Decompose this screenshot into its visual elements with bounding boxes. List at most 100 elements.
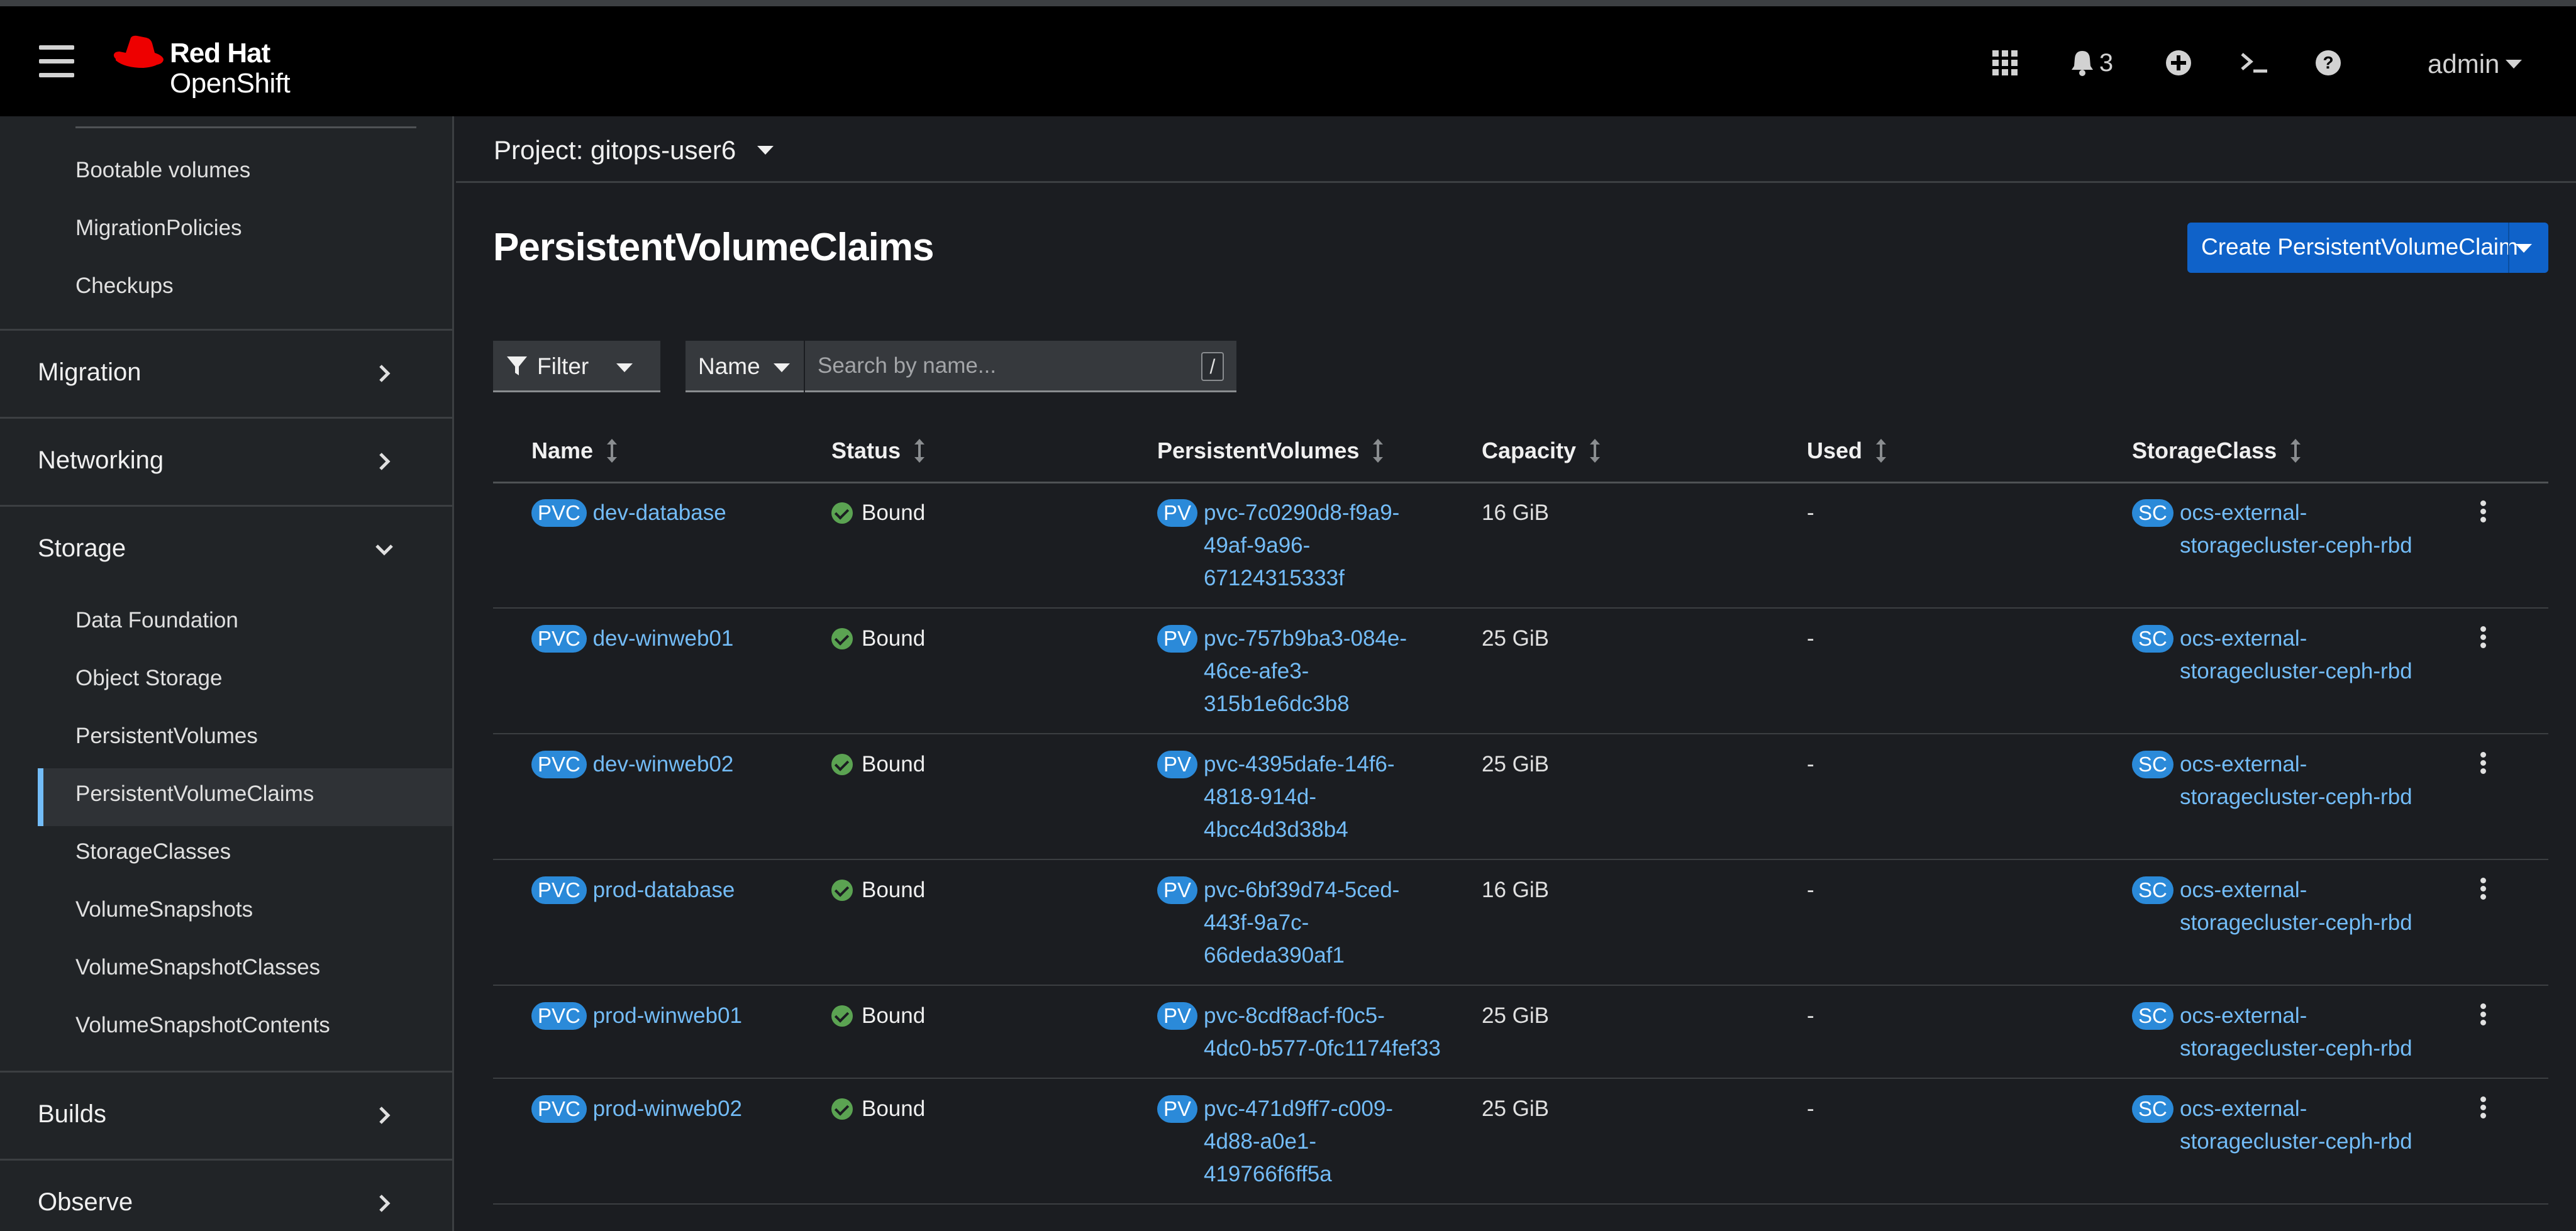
app-launcher-icon[interactable] [1991, 44, 2019, 82]
pvc-badge: PVC [531, 876, 587, 904]
sidebar-section-observe[interactable]: Observe [0, 1159, 452, 1231]
storage-class-link[interactable]: ocs-external- storagecluster-ceph-rbd [2180, 1093, 2412, 1158]
pvc-name-cell: PVC dev-winweb01 [531, 622, 733, 655]
sidebar-nav: Bootable volumes MigrationPolicies Check… [0, 116, 454, 1231]
pv-link-line: pvc-6bf39d74-5ced- [1204, 878, 1400, 902]
search-input[interactable] [818, 352, 1170, 380]
storage-class-link[interactable]: ocs-external- storagecluster-ceph-rbd [2180, 874, 2412, 939]
pvc-name-cell: PVC prod-database [531, 874, 735, 907]
filter-dropdown[interactable]: Filter [493, 341, 660, 392]
sc-link-line: storagecluster-ceph-rbd [2180, 910, 2412, 935]
sidebar-section-storage[interactable]: Storage [0, 505, 452, 568]
chevron-right-icon [379, 453, 391, 470]
check-circle-icon [831, 754, 853, 775]
capacity-cell: 25 GiB [1482, 752, 1549, 776]
check-circle-icon [831, 628, 853, 649]
pv-link-line: 315b1e6dc3b8 [1204, 692, 1350, 716]
kebab-menu-icon[interactable] [2477, 624, 2489, 651]
pv-link[interactable]: pvc-757b9ba3-084e- 46ce-afe3- 315b1e6dc3… [1204, 622, 1407, 720]
sidebar-section-builds[interactable]: Builds [0, 1071, 452, 1159]
sidebar-section-networking[interactable]: Networking [0, 417, 452, 505]
attribute-dropdown[interactable]: Name [686, 341, 804, 392]
sort-icon [1373, 439, 1384, 463]
column-header-capacity[interactable]: Capacity [1482, 438, 1601, 464]
column-header-storage-class[interactable]: StorageClass [2132, 438, 2301, 464]
capacity-cell: 16 GiB [1482, 500, 1549, 525]
sidebar-item-storage-classes[interactable]: StorageClasses [75, 839, 231, 864]
sc-link-line: ocs-external- [2180, 752, 2307, 776]
plus-circle-icon[interactable] [2165, 44, 2192, 82]
pvc-name-link[interactable]: dev-winweb01 [593, 626, 734, 651]
sidebar-item-migration-policies[interactable]: MigrationPolicies [75, 216, 242, 241]
pvc-name-link[interactable]: dev-database [593, 500, 726, 525]
column-header-status[interactable]: Status [831, 438, 925, 464]
sc-cell: SC [2132, 622, 2174, 655]
pvc-badge: PVC [531, 1002, 587, 1030]
user-menu[interactable]: admin [2428, 49, 2523, 79]
pv-link-line: pvc-471d9ff7-c009- [1204, 1096, 1393, 1121]
column-header-label: PersistentVolumes [1157, 438, 1360, 463]
column-header-used[interactable]: Used [1807, 438, 1887, 464]
notification-count: 3 [2099, 48, 2114, 77]
project-selector[interactable]: Project: gitops-user6 [494, 135, 774, 165]
pv-link[interactable]: pvc-8cdf8acf-f0c5- 4dc0-b577-0fc1174fef3… [1204, 1000, 1441, 1065]
kebab-menu-icon[interactable] [2477, 1094, 2489, 1122]
caret-down-icon[interactable] [2516, 244, 2532, 253]
sidebar-item-volume-snapshot-classes[interactable]: VolumeSnapshotClasses [75, 955, 320, 980]
sort-icon [2290, 439, 2301, 463]
sidebar-item-persistent-volumes[interactable]: PersistentVolumes [75, 724, 258, 749]
pv-cell: PV [1157, 622, 1198, 655]
column-header-name[interactable]: Name [531, 438, 618, 464]
kebab-menu-icon[interactable] [2477, 1001, 2489, 1029]
pv-link[interactable]: pvc-7c0290d8-f9a9- 49af-9a96- 6712431533… [1204, 497, 1399, 595]
sidebar-section-label: Storage [38, 534, 126, 562]
redhat-openshift-logo[interactable]: Red Hat OpenShift [112, 30, 319, 99]
status-cell: Bound [831, 1093, 925, 1125]
check-circle-icon [831, 502, 853, 524]
sidebar-item-volume-snapshot-contents[interactable]: VolumeSnapshotContents [75, 1013, 330, 1038]
sidebar-item-data-foundation[interactable]: Data Foundation [75, 608, 238, 633]
sc-cell: SC [2132, 1093, 2174, 1125]
create-pvc-button[interactable]: Create PersistentVolumeClaim [2187, 223, 2548, 273]
pvc-name-cell: PVC prod-winweb02 [531, 1093, 742, 1125]
pv-link[interactable]: pvc-471d9ff7-c009- 4d88-a0e1- 419766f6ff… [1204, 1093, 1393, 1191]
pv-link[interactable]: pvc-6bf39d74-5ced- 443f-9a7c- 66deda390a… [1204, 874, 1399, 972]
pv-cell: PV [1157, 497, 1198, 529]
pvc-name-link[interactable]: prod-winweb02 [593, 1096, 742, 1121]
sidebar-section-migration[interactable]: Migration [0, 329, 452, 417]
status-cell: Bound [831, 1000, 925, 1032]
row-divider [493, 1203, 2548, 1205]
sc-link-line: storagecluster-ceph-rbd [2180, 1129, 2412, 1154]
pvc-name-link[interactable]: prod-database [593, 878, 735, 902]
storage-class-link[interactable]: ocs-external- storagecluster-ceph-rbd [2180, 622, 2412, 688]
sort-icon [1876, 439, 1887, 463]
sidebar-section-label: Networking [38, 446, 164, 474]
storage-class-link[interactable]: ocs-external- storagecluster-ceph-rbd [2180, 748, 2412, 814]
help-icon[interactable]: ? [2314, 44, 2342, 82]
sidebar-item-bootable-volumes[interactable]: Bootable volumes [75, 158, 250, 183]
kebab-menu-icon[interactable] [2477, 498, 2489, 526]
sidebar-section-label: Migration [38, 358, 142, 386]
column-header-persistent-volumes[interactable]: PersistentVolumes [1157, 438, 1384, 464]
sidebar-item-object-storage[interactable]: Object Storage [75, 666, 222, 691]
used-cell: - [1807, 752, 1814, 776]
storage-class-link[interactable]: ocs-external- storagecluster-ceph-rbd [2180, 497, 2412, 562]
hamburger-menu-icon[interactable] [39, 45, 74, 78]
pvc-name-link[interactable]: dev-winweb02 [593, 752, 734, 776]
sidebar-item-checkups[interactable]: Checkups [75, 273, 174, 299]
sidebar-item-volume-snapshots[interactable]: VolumeSnapshots [75, 897, 253, 922]
used-cell: - [1807, 1096, 1814, 1121]
project-bar: Project: gitops-user6 [456, 116, 2576, 183]
status-text: Bound [862, 626, 926, 651]
sc-cell: SC [2132, 748, 2174, 781]
sidebar-item-persistent-volume-claims[interactable]: PersistentVolumeClaims [75, 781, 314, 807]
kebab-menu-icon[interactable] [2477, 749, 2489, 777]
storage-class-link[interactable]: ocs-external- storagecluster-ceph-rbd [2180, 1000, 2412, 1065]
notifications-button[interactable]: 3 [2067, 44, 2117, 82]
pvc-name-link[interactable]: prod-winweb01 [593, 1003, 742, 1028]
kebab-menu-icon[interactable] [2477, 875, 2489, 903]
terminal-icon[interactable] [2239, 44, 2269, 82]
pv-cell: PV [1157, 874, 1198, 907]
pv-link[interactable]: pvc-4395dafe-14f6- 4818-914d- 4bcc4d3d38… [1204, 748, 1395, 846]
sc-link-line: storagecluster-ceph-rbd [2180, 659, 2412, 683]
